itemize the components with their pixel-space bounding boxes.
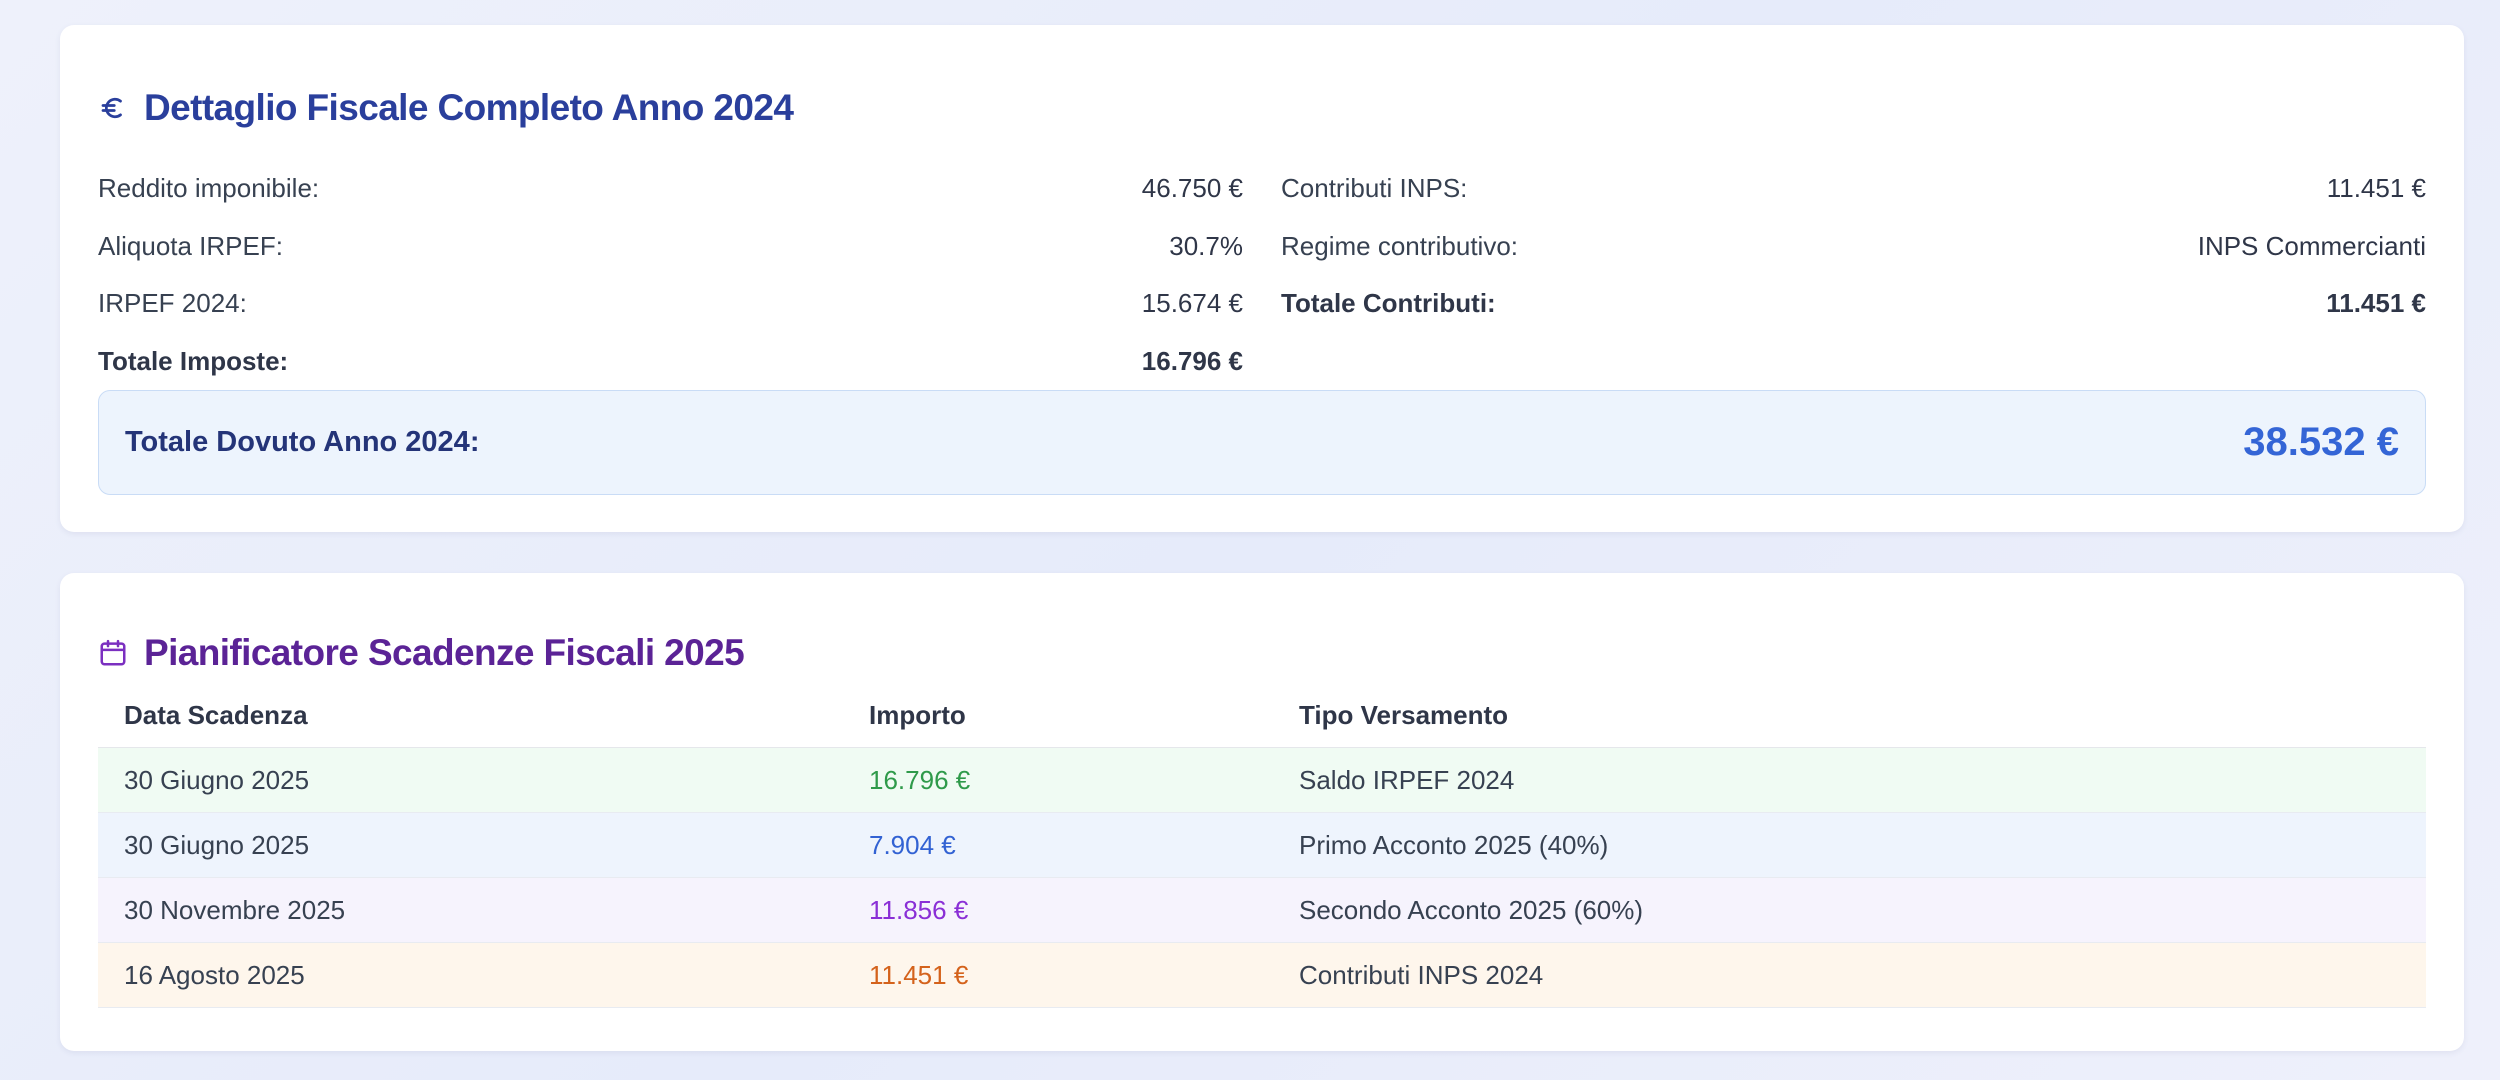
detail-value: 30.7% [1169,230,1243,261]
cell-type: Secondo Acconto 2025 (60%) [1299,894,1644,925]
table-row: 30 Novembre 2025 11.856 € Secondo Acconto … [98,878,2426,943]
column-header-date: Data Scadenza [124,699,308,730]
detail-row: Contributi INPS: 11.451 € [1281,160,2426,218]
column-header-type: Tipo Versamento [1299,699,1509,730]
cell-type: Primo Acconto 2025 (40%) [1299,829,1609,860]
cell-amount: 11.856 € [869,894,969,925]
cell-type: Saldo IRPEF 2024 [1299,764,1515,795]
cell-date: 16 Agosto 2025 [124,959,305,990]
detail-label: Regime contributivo: [1281,230,1518,261]
detail-label: Reddito imponibile: [98,173,320,204]
detail-label: Aliquota IRPEF: [98,230,283,261]
cell-date: 30 Giugno 2025 [124,764,310,795]
fiscal-detail-card: Dettaglio Fiscale Completo Anno 2024 Red… [60,25,2464,532]
fiscal-card-title: Dettaglio Fiscale Completo Anno 2024 [144,87,794,128]
fiscal-taxes-column: Reddito imponibile: 46.750 € Aliquota IRPE… [98,160,1243,390]
cell-type: Contributi INPS 2024 [1299,959,1544,990]
detail-row: Reddito imponibile: 46.750 € [98,160,1243,218]
fiscal-detail-grid: Reddito imponibile: 46.750 € Aliquota IRPE… [98,160,2426,390]
table-header: Data Scadenza Importo Tipo Versamento [98,683,2426,748]
table-row: 30 Giugno 2025 7.904 € Primo Acconto 2025 … [98,813,2426,878]
deadlines-table: Data Scadenza Importo Tipo Versamento 30… [98,683,2426,1008]
detail-row: IRPEF 2024: 15.674 € [98,275,1243,333]
euro-icon [98,93,128,123]
detail-row: Totale Imposte: 16.796 € [98,333,1243,391]
table-row: 16 Agosto 2025 11.451 € Contributi INPS 20… [98,943,2426,1008]
fiscal-card-header: Dettaglio Fiscale Completo Anno 2024 [98,63,794,153]
cell-amount: 16.796 € [869,764,971,795]
detail-row: Regime contributivo: INPS Commercianti [1281,218,2426,276]
detail-value: 15.674 € [1141,288,1243,319]
cell-date: 30 Novembre 2025 [124,894,346,925]
total-due-value: 38.532 € [2243,420,2399,464]
total-due-label: Totale Dovuto Anno 2024: [125,426,480,458]
detail-label: IRPEF 2024: [98,288,247,319]
cell-amount: 7.904 € [869,829,956,860]
column-header-amount: Importo [869,699,966,730]
fiscal-contributions-column: Contributi INPS: 11.451 € Regime contribut… [1281,160,2426,390]
calendar-icon [98,638,128,668]
total-due-box: Totale Dovuto Anno 2024: 38.532 € [98,390,2426,495]
detail-row: Aliquota IRPEF: 30.7% [98,218,1243,276]
table-row: 30 Giugno 2025 16.796 € Saldo IRPEF 2024 [98,748,2426,813]
detail-value: 46.750 € [1141,173,1243,204]
planner-card-title: Pianificatore Scadenze Fiscali 2025 [144,632,745,673]
detail-row: Totale Contributi: 11.451 € [1281,275,2426,333]
cell-amount: 11.451 € [869,959,969,990]
detail-label: Totale Contributi: [1281,288,1496,319]
table-body: 30 Giugno 2025 16.796 € Saldo IRPEF 2024 30… [98,748,2426,1008]
detail-value: 11.451 € [2326,288,2426,319]
cell-date: 30 Giugno 2025 [124,829,310,860]
deadline-planner-card: Pianificatore Scadenze Fiscali 2025 Data… [60,573,2464,1051]
detail-label: Contributi INPS: [1281,173,1468,204]
detail-value: 16.796 € [1141,345,1243,376]
detail-label: Totale Imposte: [98,345,289,376]
detail-value: 11.451 € [2326,173,2426,204]
detail-value: INPS Commercianti [2197,230,2426,261]
